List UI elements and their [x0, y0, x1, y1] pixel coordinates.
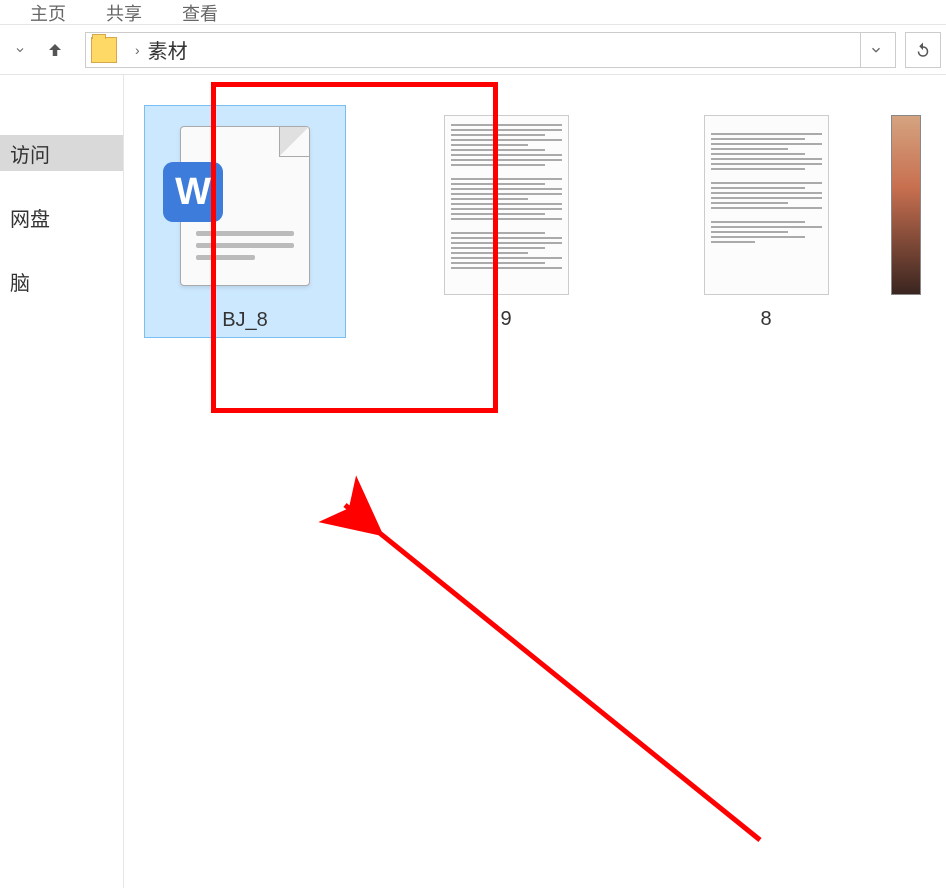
sidebar-item-computer[interactable]: 脑 — [0, 263, 123, 299]
image-preview-icon — [891, 115, 921, 295]
breadcrumb-current[interactable]: 素材 — [148, 35, 188, 64]
address-dropdown-button[interactable] — [860, 33, 890, 67]
folder-icon — [91, 37, 117, 63]
address-bar[interactable]: › 素材 — [85, 32, 896, 68]
sidebar-item-quick-access[interactable]: 访问 — [0, 135, 123, 171]
ribbon-tab-home[interactable]: 主页 — [30, 0, 66, 31]
file-thumbnail — [891, 110, 921, 300]
file-label: BJ_8 — [222, 309, 268, 332]
nav-up-button[interactable] — [40, 35, 70, 65]
file-label: 9 — [500, 308, 511, 331]
file-label: 8 — [760, 308, 771, 331]
refresh-button[interactable] — [905, 32, 941, 68]
sidebar: 访问 网盘 脑 — [0, 75, 124, 888]
text-preview-icon — [704, 115, 829, 295]
text-preview-icon — [444, 115, 569, 295]
content-area[interactable]: W BJ_8 — [124, 75, 946, 888]
navigation-bar: › 素材 — [0, 25, 946, 75]
ribbon-tab-view[interactable]: 查看 — [182, 0, 218, 31]
doc-lines-icon — [196, 231, 294, 267]
file-item-bj8[interactable]: W BJ_8 — [144, 105, 346, 338]
nav-history-dropdown[interactable] — [5, 35, 35, 65]
ribbon-tab-share[interactable]: 共享 — [106, 0, 142, 31]
file-thumbnail: W — [150, 111, 340, 301]
breadcrumb-chevron-icon: › — [135, 42, 140, 58]
sidebar-item-label: 脑 — [10, 267, 30, 296]
main-area: 访问 网盘 脑 W — [0, 75, 946, 888]
ribbon-tabs: 主页 共享 查看 — [0, 0, 946, 25]
page-fold-icon — [279, 127, 309, 157]
file-thumbnail — [411, 110, 601, 300]
file-item-image[interactable] — [886, 105, 926, 313]
sidebar-item-label: 网盘 — [10, 203, 50, 232]
sidebar-item-label: 访问 — [10, 139, 50, 168]
word-w-badge-icon: W — [163, 162, 223, 222]
file-grid: W BJ_8 — [144, 105, 926, 338]
file-thumbnail — [671, 110, 861, 300]
sidebar-item-cloud[interactable]: 网盘 — [0, 199, 123, 235]
word-document-icon: W — [180, 126, 310, 286]
file-item-9[interactable]: 9 — [406, 105, 606, 336]
file-item-8[interactable]: 8 — [666, 105, 866, 336]
